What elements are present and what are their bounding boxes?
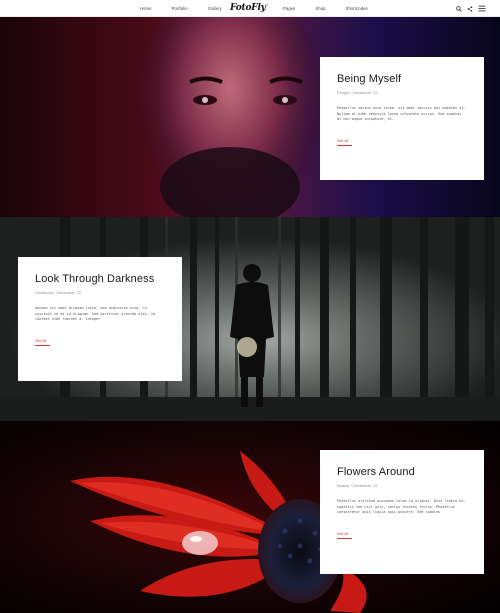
post-excerpt: Phasellus varius enim lorem, sit amet ia… — [337, 106, 466, 122]
nav-left: Home Portfolio Gallery — [140, 0, 242, 17]
post-card: Being Myself People / December, 22 Phase… — [320, 57, 484, 180]
nav-right: Pages Shop Shortcodes — [283, 0, 388, 17]
menu-icon[interactable] — [478, 5, 486, 12]
post-section-being-myself: Being Myself People / December, 22 Phase… — [0, 17, 500, 217]
post-excerpt: Aenean sit amet aliquam justo, sed digni… — [35, 306, 156, 322]
nav-gallery[interactable]: Gallery — [208, 6, 222, 11]
nav-portfolio[interactable]: Portfolio — [172, 6, 188, 11]
site-logo[interactable]: FotoFly™ — [230, 3, 269, 13]
post-section-flowers-around: Flowers Around Beauty / December, 22 Pha… — [0, 421, 500, 613]
site-header: Home Portfolio Gallery FotoFly™ Pages Sh… — [0, 0, 500, 17]
post-section-look-through-darkness: Look Through Darkness Childhood / Decemb… — [0, 217, 500, 421]
logo-mark: ™ — [265, 3, 269, 7]
post-meta: Childhood / December, 22 — [35, 291, 82, 295]
see-all-link[interactable]: See All — [337, 532, 353, 539]
nav-pages[interactable]: Pages — [283, 6, 295, 11]
nav-home[interactable]: Home — [140, 6, 152, 11]
post-meta: People / December, 22 — [337, 91, 378, 95]
nav-shop[interactable]: Shop — [315, 6, 325, 11]
nav-shortcodes[interactable]: Shortcodes — [346, 6, 368, 11]
post-meta: Beauty / December, 22 — [337, 484, 378, 488]
header-icons — [456, 0, 486, 17]
post-excerpt: Phasellus eleifend accumsan lorem id ali… — [337, 499, 466, 515]
post-title[interactable]: Being Myself — [337, 73, 467, 85]
share-icon[interactable] — [467, 5, 473, 12]
post-card: Flowers Around Beauty / December, 22 Pha… — [320, 450, 484, 574]
post-title[interactable]: Flowers Around — [337, 466, 467, 478]
search-icon[interactable] — [456, 5, 462, 12]
post-card: Look Through Darkness Childhood / Decemb… — [18, 257, 182, 381]
logo-text: FotoFly — [230, 3, 266, 13]
see-all-link[interactable]: See All — [35, 339, 51, 346]
see-all-link[interactable]: See All — [337, 139, 353, 146]
post-title[interactable]: Look Through Darkness — [35, 273, 165, 285]
